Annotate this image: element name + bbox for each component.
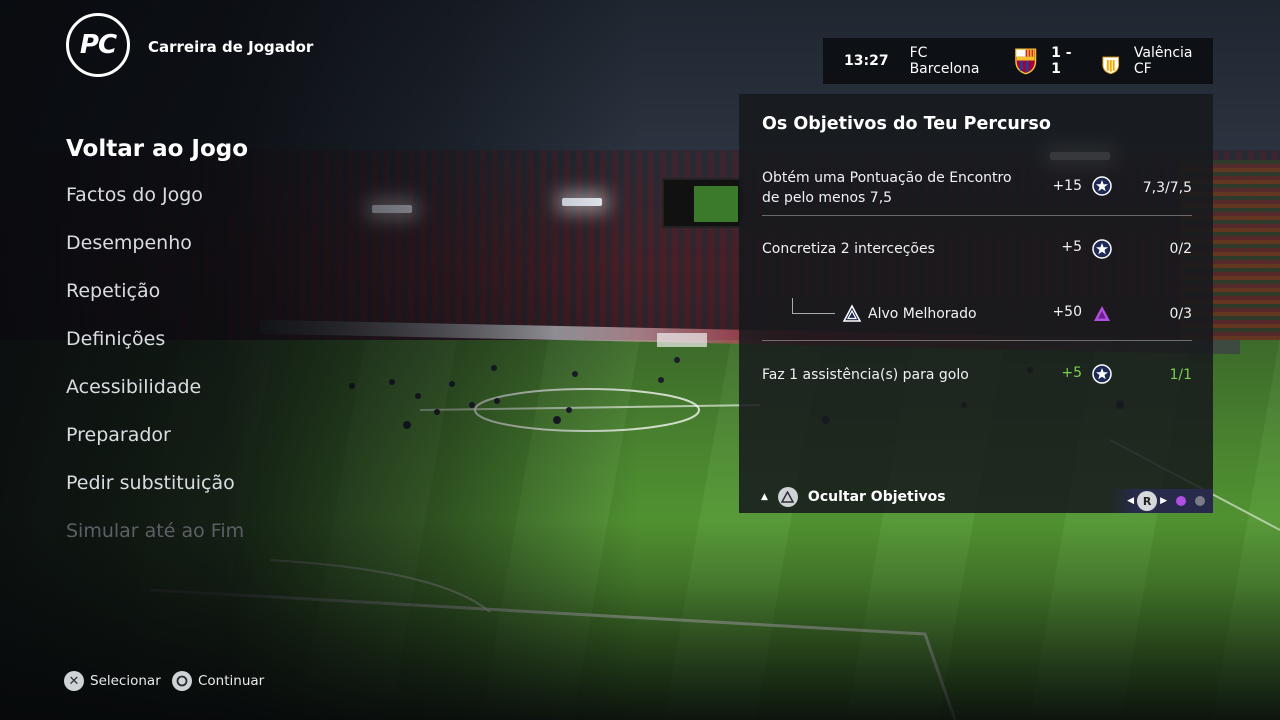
star-icon: [1092, 176, 1112, 196]
chevron-right-icon[interactable]: ▶: [1160, 496, 1167, 506]
menu-item-simulate-to-end: Simular até ao Fim: [66, 520, 245, 542]
r-stick-button-icon: R: [1137, 491, 1158, 511]
purple-badge-icon: [1094, 306, 1110, 321]
objective-points: +5: [1061, 239, 1082, 255]
match-score: 1 - 1: [1051, 45, 1072, 77]
triangle-button-icon: [777, 487, 798, 507]
logo-text: PC: [79, 30, 117, 60]
triangle-target-icon: [842, 304, 862, 322]
objective-progress: 0/3: [1169, 306, 1192, 322]
barcelona-crest-icon: [1014, 48, 1036, 75]
menu-item-resume-game[interactable]: Voltar ao Jogo: [66, 136, 248, 162]
continue-label: Continuar: [198, 673, 265, 689]
hide-objectives-label: Ocultar Objetivos: [807, 489, 946, 505]
menu-item-performance[interactable]: Desempenho: [66, 232, 192, 254]
circle-button-icon: [172, 671, 192, 691]
away-team-name: Valência CF: [1133, 45, 1193, 77]
objective-divider: [762, 340, 1192, 341]
objective-row: Concretiza 2 interceções +5 0/2: [762, 239, 1192, 263]
select-label: Selecionar: [90, 673, 161, 689]
objective-progress: 1/1: [1169, 367, 1192, 383]
objective-progress: 7,3/7,5: [1142, 180, 1192, 196]
objective-text: Obtém uma Pontuação de Encontro de pelo …: [762, 170, 1012, 206]
objective-text: Concretiza 2 interceções: [762, 241, 935, 257]
star-icon: [1092, 364, 1112, 384]
objective-points: +15: [1052, 178, 1082, 194]
objectives-title: Os Objetivos do Teu Percurso: [762, 114, 1051, 134]
page-indicator-inactive: [1195, 496, 1205, 506]
menu-item-accessibility[interactable]: Acessibilidade: [66, 376, 201, 398]
menu-item-match-facts[interactable]: Factos do Jogo: [66, 184, 203, 206]
page-indicator-active: [1176, 496, 1186, 506]
game-mode-title: Carreira de Jogador: [148, 38, 314, 56]
objective-progress: 0/2: [1169, 241, 1192, 257]
objective-divider: [762, 215, 1192, 216]
objectives-panel: Os Objetivos do Teu Percurso Obtém uma P…: [739, 94, 1213, 513]
menu-item-replay[interactable]: Repetição: [66, 280, 160, 302]
objective-text: Alvo Melhorado: [868, 306, 977, 322]
objectives-pager[interactable]: ◀ R ▶: [1109, 489, 1213, 513]
sub-objective-row: Alvo Melhorado +50 0/3: [762, 304, 1192, 328]
menu-item-settings[interactable]: Definições: [66, 328, 165, 350]
menu-item-request-substitution[interactable]: Pedir substituição: [66, 472, 235, 494]
caret-up-icon: ▲: [761, 492, 768, 502]
objective-row: Obtém uma Pontuação de Encontro de pelo …: [762, 168, 1192, 208]
hide-objectives-toggle[interactable]: ▲ Ocultar Objetivos: [761, 487, 946, 507]
select-prompt[interactable]: ✕ Selecionar: [64, 671, 161, 691]
home-team-name: FC Barcelona: [909, 45, 980, 77]
star-icon: [1092, 239, 1112, 259]
objective-points: +5: [1061, 365, 1082, 381]
scoreboard: 13:27 FC Barcelona 1 - 1 Valência CF: [823, 38, 1213, 84]
valencia-crest-icon: [1102, 49, 1120, 75]
objective-points: +50: [1052, 304, 1082, 320]
objective-text: Faz 1 assistência(s) para golo: [762, 367, 969, 383]
cross-button-icon: ✕: [64, 671, 84, 691]
match-clock: 13:27: [844, 53, 889, 69]
chevron-left-icon[interactable]: ◀: [1127, 496, 1134, 506]
continue-prompt[interactable]: Continuar: [172, 671, 264, 691]
menu-item-coach[interactable]: Preparador: [66, 424, 171, 446]
objective-row: Faz 1 assistência(s) para golo +5 1/1: [762, 364, 1192, 389]
player-career-logo: PC: [66, 13, 130, 77]
